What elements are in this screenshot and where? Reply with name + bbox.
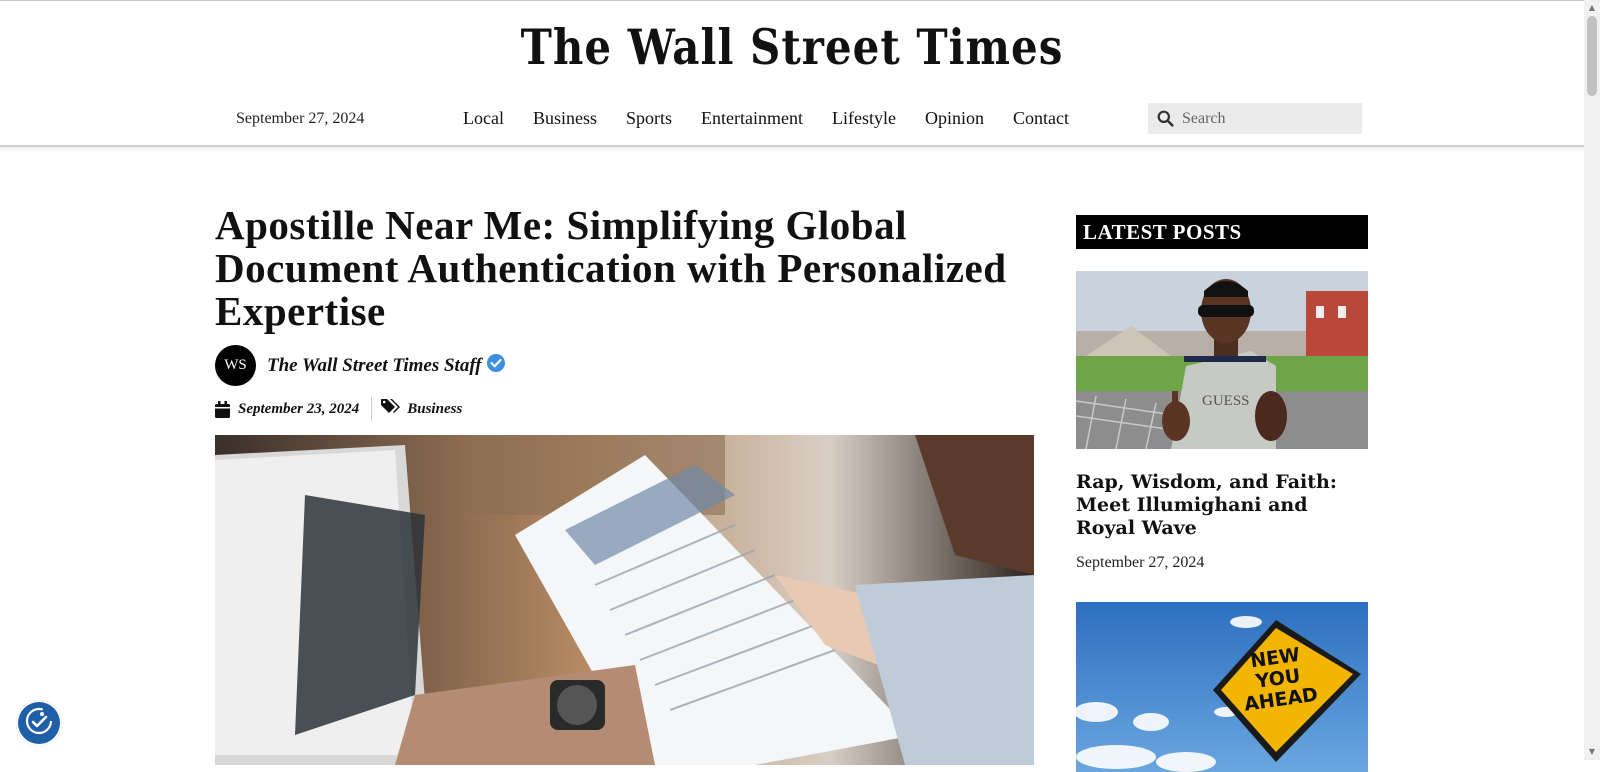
nav-link-local[interactable]: Local <box>463 92 504 145</box>
search-input[interactable] <box>1182 109 1352 128</box>
page-scrollbar[interactable]: ▲ ▼ <box>1584 0 1600 760</box>
accessibility-icon <box>23 705 55 742</box>
calendar-icon <box>215 400 230 418</box>
author-avatar[interactable]: WS <box>215 345 256 386</box>
nav-link-contact[interactable]: Contact <box>1013 92 1069 145</box>
article-date: September 23, 2024 <box>238 400 360 417</box>
search-box[interactable] <box>1148 103 1362 134</box>
nav-link-sports[interactable]: Sports <box>626 92 672 145</box>
masthead: The Wall Street Times <box>0 0 1584 94</box>
scroll-down-arrow-icon[interactable]: ▼ <box>1584 744 1600 760</box>
scroll-up-arrow-icon[interactable]: ▲ <box>1584 0 1600 16</box>
nav-links: Local Business Sports Entertainment Life… <box>463 92 1098 145</box>
accessibility-button[interactable] <box>16 700 62 746</box>
latest-post-image[interactable]: GUESS <box>1076 271 1368 449</box>
article-category-link[interactable]: Business <box>407 401 462 418</box>
article-hero-image <box>215 435 1034 765</box>
verified-badge-icon <box>486 353 506 378</box>
nav-link-opinion[interactable]: Opinion <box>925 92 984 145</box>
latest-posts-heading: LATEST POSTS <box>1076 215 1368 249</box>
author-name[interactable]: The Wall Street Times Staff <box>267 355 482 377</box>
site-logo[interactable]: The Wall Street Times <box>521 19 1064 75</box>
nav-link-business[interactable]: Business <box>533 92 597 145</box>
main-nav: September 27, 2024 Local Business Sports… <box>0 92 1584 147</box>
nav-link-lifestyle[interactable]: Lifestyle <box>832 92 896 145</box>
author-row: WS The Wall Street Times Staff <box>215 345 1035 386</box>
latest-post-date: September 27, 2024 <box>1076 554 1205 571</box>
tags-icon <box>381 398 402 420</box>
scrollbar-thumb[interactable] <box>1587 16 1597 96</box>
nav-link-entertainment[interactable]: Entertainment <box>701 92 803 145</box>
meta-divider <box>371 397 373 421</box>
latest-post-image-2[interactable]: NEWYOUAHEAD <box>1076 602 1368 772</box>
article-header: Apostille Near Me: Simplifying Global Do… <box>215 204 1035 422</box>
search-icon[interactable] <box>1148 110 1182 127</box>
svg-text:GUESS: GUESS <box>1202 393 1250 409</box>
latest-post-title[interactable]: Rap, Wisdom, and Faith: Meet Illumighani… <box>1076 471 1368 540</box>
article-title: Apostille Near Me: Simplifying Global Do… <box>215 202 1007 334</box>
latest-posts-sidebar: LATEST POSTS GUESS Rap, Wisdom, and Fait… <box>1076 215 1368 772</box>
nav-date: September 27, 2024 <box>236 110 365 127</box>
article-meta: September 23, 2024 Business <box>215 396 1035 422</box>
